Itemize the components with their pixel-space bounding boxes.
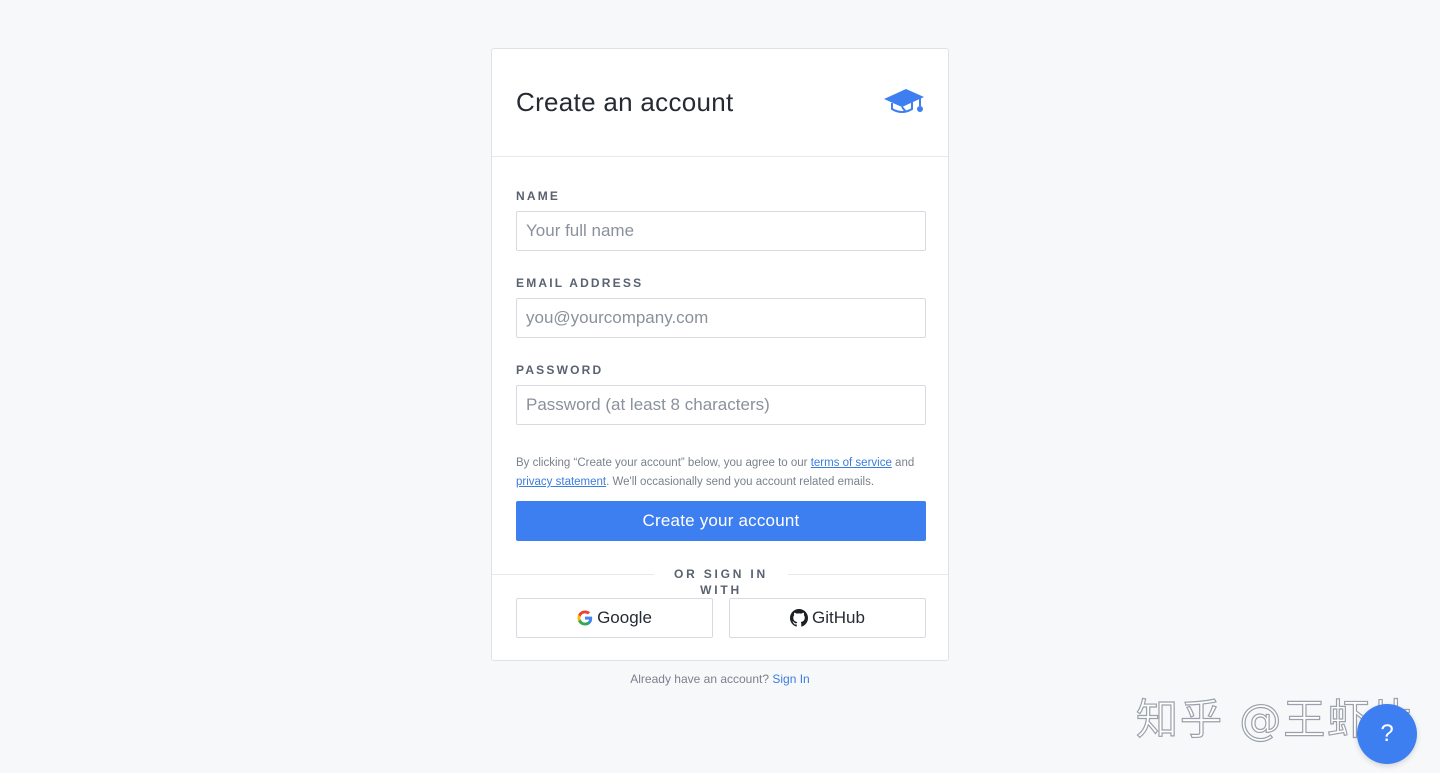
page-title: Create an account [516,87,734,117]
name-label: NAME [516,189,561,203]
name-field[interactable] [516,211,926,251]
github-label: GitHub [812,608,865,627]
email-label: EMAIL ADDRESS [516,276,644,290]
github-signin-button[interactable]: GitHub [729,598,926,638]
terms-of-service-link[interactable]: terms of service [811,457,892,469]
github-octocat-icon [790,609,809,627]
create-account-button[interactable]: Create your account [516,501,926,541]
help-button[interactable]: ? [1357,704,1417,764]
google-signin-button[interactable]: Google [516,598,713,638]
legal-notice: By clicking “Create your account” below,… [516,454,928,492]
legal-prefix: By clicking “Create your account” below,… [516,457,811,469]
card-header: Create an account [492,49,948,157]
google-g-icon [577,610,593,626]
graduation-cap-logo-icon [884,89,924,113]
signup-form: NAME EMAIL ADDRESS PASSWORD [516,189,926,425]
sign-in-link[interactable]: Sign In [772,672,809,686]
email-field[interactable] [516,298,926,338]
password-field[interactable] [516,385,926,425]
google-label: Google [597,608,652,627]
signup-page: Create an account NAME EMAIL ADDRESS PAS… [0,0,1440,773]
legal-middle: and [891,457,915,469]
privacy-statement-link[interactable]: privacy statement [516,476,606,488]
signin-prompt: Already have an account? Sign In [0,672,1440,686]
divider-label: OR SIGN IN WITH [654,566,788,598]
signin-prompt-text: Already have an account? [630,672,773,686]
signup-card: Create an account NAME EMAIL ADDRESS PAS… [491,48,949,661]
password-label: PASSWORD [516,363,604,377]
legal-suffix: . We'll occasionally send you account re… [606,476,875,488]
